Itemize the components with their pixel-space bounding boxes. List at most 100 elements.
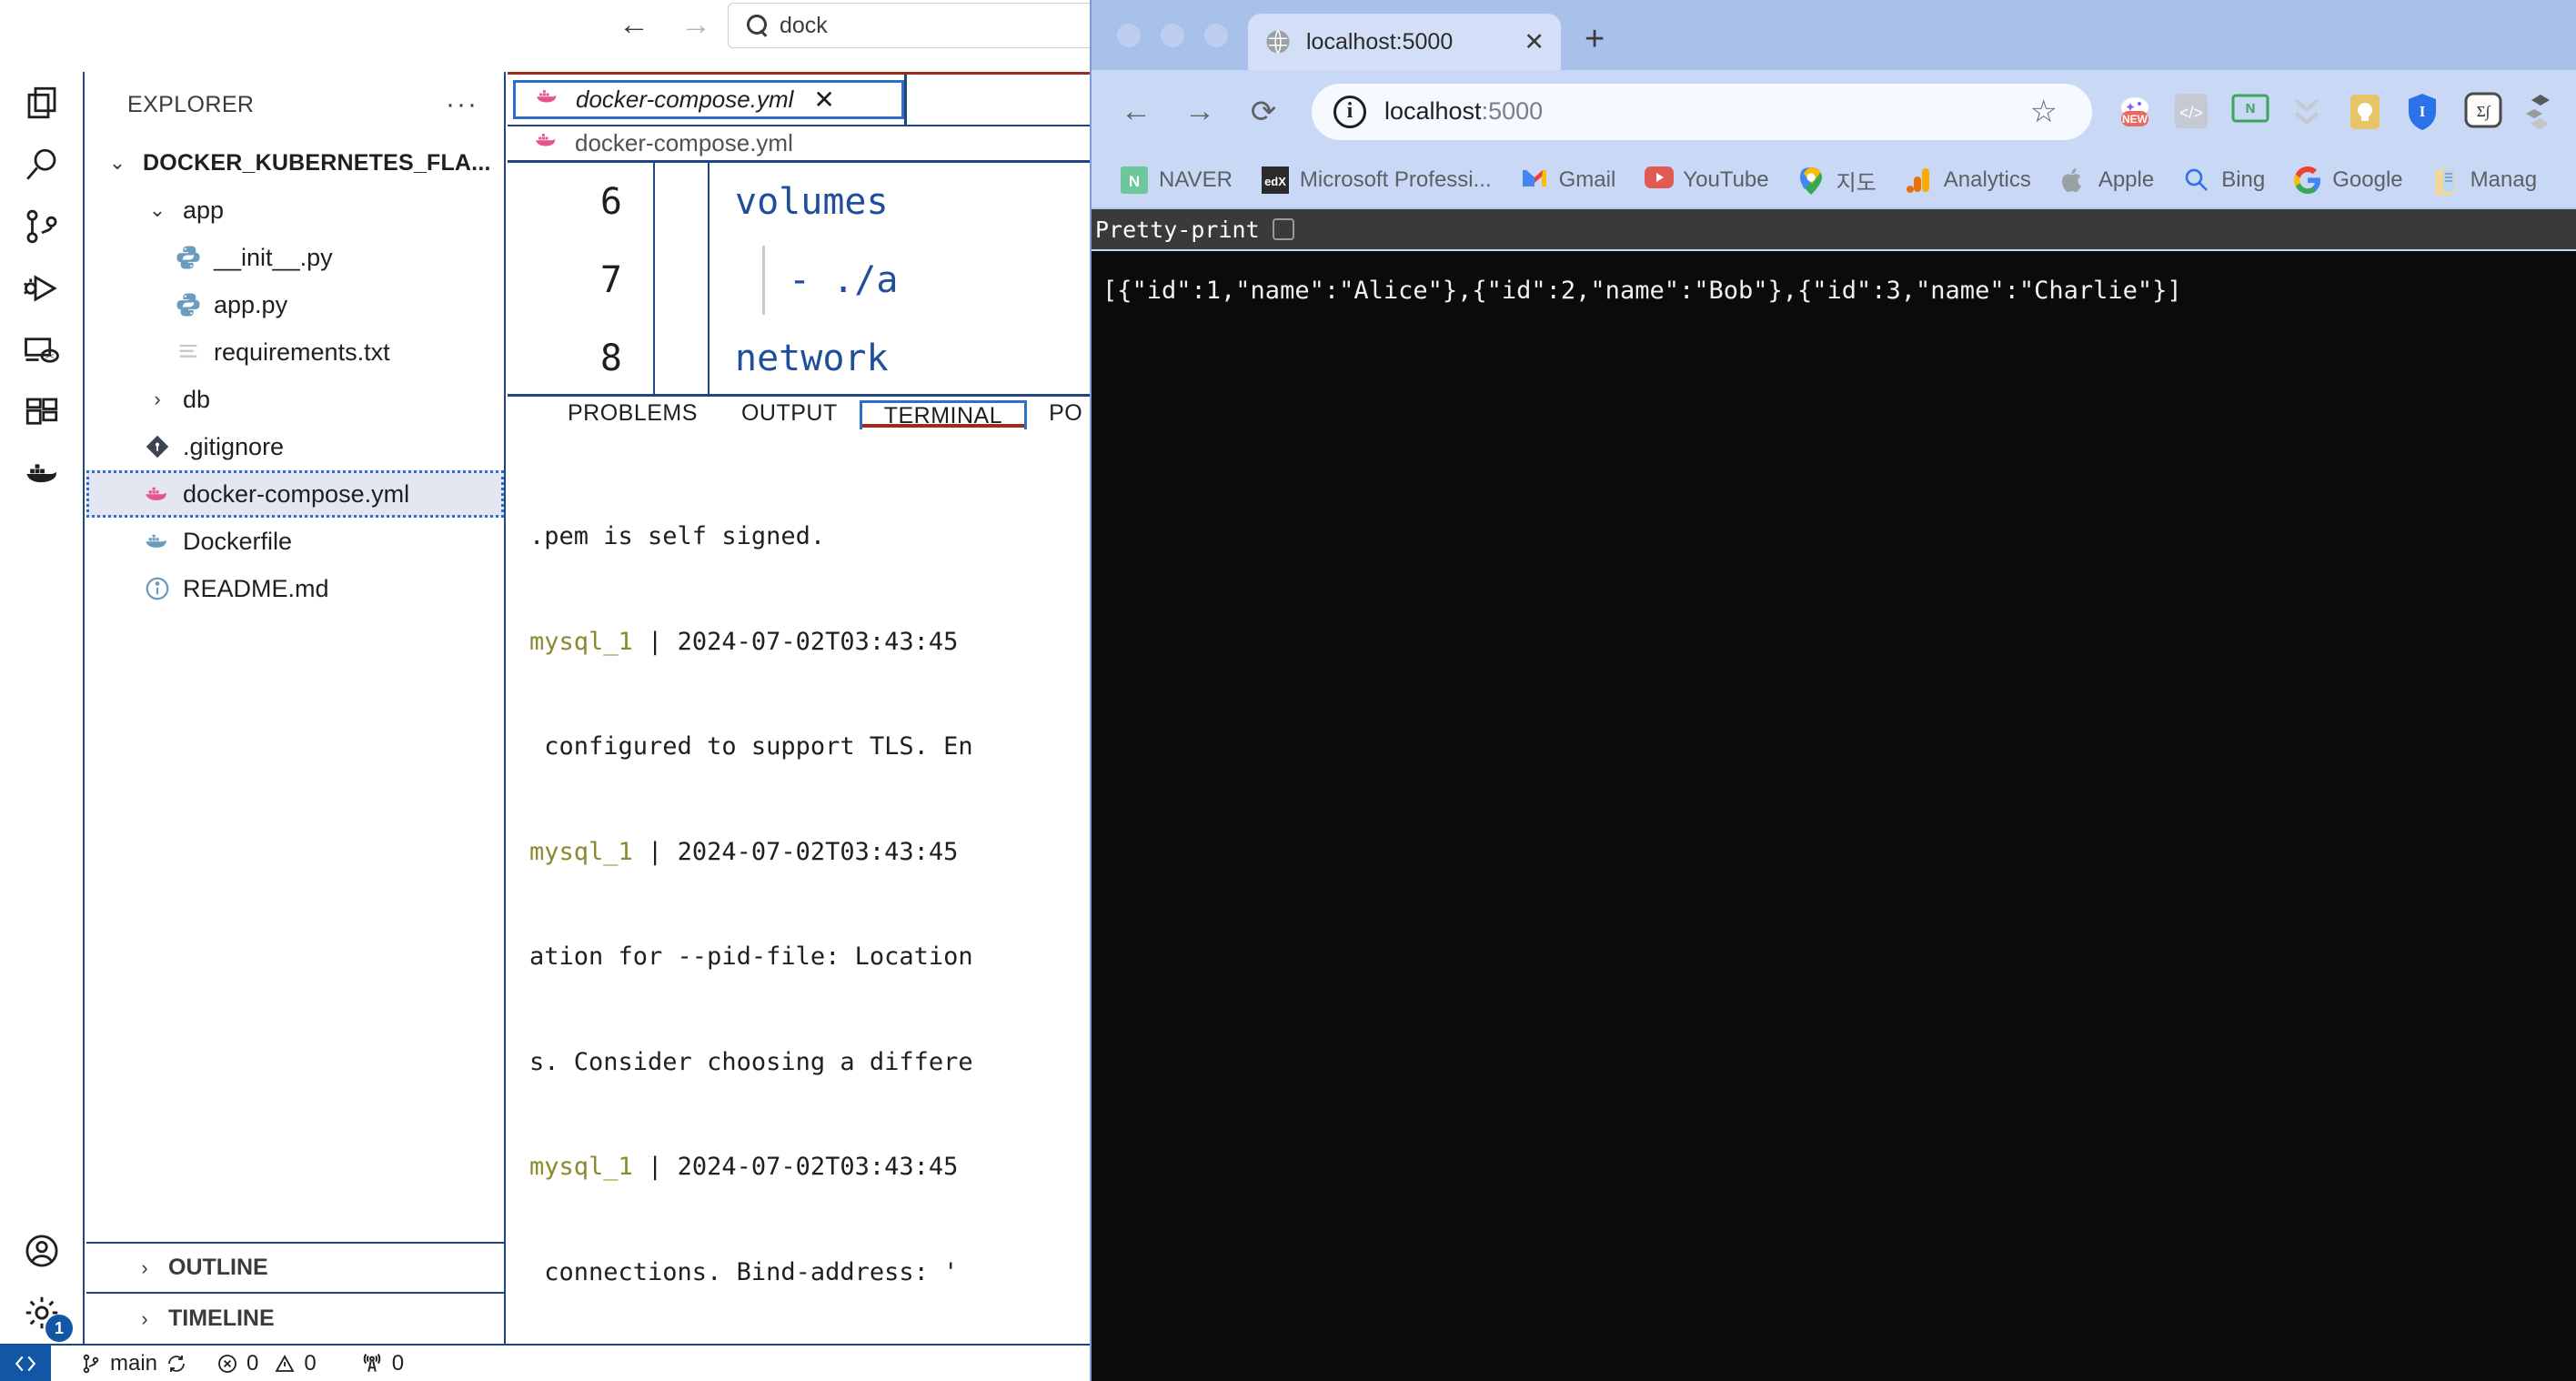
sidebar-item-run-and-debug[interactable] xyxy=(0,257,84,319)
editor-region: docker-compose.yml ✕ docker-compose.yml xyxy=(508,72,1090,1344)
settings-gear-button[interactable]: 1 xyxy=(0,1282,84,1344)
chevron-right-icon[interactable]: › xyxy=(139,388,176,411)
bookmark-youtube[interactable]: YouTube xyxy=(1630,166,1783,194)
forward-arrow-icon[interactable]: → xyxy=(680,9,711,40)
naver-icon: N xyxy=(1121,166,1148,194)
tree-item-app-py[interactable]: app.py xyxy=(86,281,504,328)
bookmark-apple[interactable]: Apple xyxy=(2046,166,2168,194)
terminal-output[interactable]: .pem is self signed. mysql_1 | 2024-07-0… xyxy=(508,429,1090,1344)
svg-text:><: >< xyxy=(45,352,54,361)
vscode-nav-arrows: ← → xyxy=(619,9,711,40)
chevron-down-icon[interactable]: ⌄ xyxy=(139,198,176,222)
status-branch[interactable]: main xyxy=(65,1351,202,1376)
editor-fold-gutter xyxy=(653,241,708,319)
bookmark-manager[interactable]: Manag xyxy=(2418,166,2551,197)
tree-item-app[interactable]: ⌄ app xyxy=(86,186,504,234)
address-bar[interactable]: i localhost:5000 ☆ xyxy=(1312,83,2092,140)
close-window-dot[interactable] xyxy=(1117,23,1141,47)
tab-problems[interactable]: PROBLEMS xyxy=(546,397,719,429)
shield-i-extension-icon[interactable]: I xyxy=(2405,91,2447,133)
notion-extension-icon[interactable]: N xyxy=(2230,91,2272,133)
git-icon xyxy=(139,434,176,459)
more-actions-icon[interactable]: ··· xyxy=(446,91,478,118)
tree-item-db[interactable]: › db xyxy=(86,376,504,423)
close-icon[interactable]: ✕ xyxy=(1524,28,1545,56)
settings-badge: 1 xyxy=(45,1315,73,1342)
tree-root-folder[interactable]: ⌄ DOCKER_KUBERNETES_FLA... xyxy=(86,139,504,186)
sidebar-item-search[interactable] xyxy=(0,134,84,196)
panel-tab-bar: PROBLEMS OUTPUT TERMINAL PO xyxy=(508,397,1090,429)
chevron-down-extension-icon[interactable] xyxy=(2289,91,2330,133)
svg-text:</>: </> xyxy=(2179,104,2203,122)
tree-item-dockerfile[interactable]: Dockerfile xyxy=(86,518,504,565)
tab-terminal[interactable]: TERMINAL xyxy=(859,400,1028,429)
tab-ports[interactable]: PO xyxy=(1027,397,1090,429)
maximize-window-dot[interactable] xyxy=(1204,23,1228,47)
bookmark-bing[interactable]: Bing xyxy=(2168,166,2279,194)
terminal-line: mysql_1 | 2024-07-02T03:43:45 xyxy=(529,1153,959,1181)
sidebar-item-extensions[interactable] xyxy=(0,381,84,443)
code-line: 8 network xyxy=(508,319,1090,394)
forward-button[interactable]: → xyxy=(1168,80,1232,144)
site-info-icon[interactable]: i xyxy=(1333,95,1366,128)
sidebar-item-remote-explorer[interactable]: >< xyxy=(0,319,84,381)
bookmark-analytics[interactable]: Analytics xyxy=(1891,166,2046,194)
status-problems[interactable]: 0 0 xyxy=(202,1351,331,1376)
status-ports-count: 0 xyxy=(391,1350,405,1376)
bookmark-microsoft-professional[interactable]: edX Microsoft Professi... xyxy=(1247,166,1506,194)
bookmark-google[interactable]: Google xyxy=(2279,166,2417,194)
status-warnings-count: 0 xyxy=(304,1350,317,1376)
chevron-right-icon[interactable]: › xyxy=(134,1256,156,1280)
reload-button[interactable]: ⟳ xyxy=(1232,80,1295,144)
explorer-sidebar: EXPLORER ··· ⌄ DOCKER_KUBERNETES_FLA... … xyxy=(86,72,506,1344)
window-controls[interactable] xyxy=(1108,0,1248,70)
section-outline[interactable]: › OUTLINE xyxy=(86,1244,504,1294)
edx-icon: edX xyxy=(1261,166,1289,194)
section-timeline[interactable]: › TIMELINE xyxy=(86,1294,504,1344)
bookmark-naver[interactable]: N NAVER xyxy=(1106,166,1247,194)
pretty-print-checkbox[interactable] xyxy=(1272,218,1294,240)
bookmark-star-icon[interactable]: ☆ xyxy=(2018,94,2070,130)
tree-item-init-py[interactable]: __init__.py xyxy=(86,234,504,281)
chevron-down-icon[interactable]: ⌄ xyxy=(99,151,136,175)
tree-item-readme-md[interactable]: README.md xyxy=(86,565,504,612)
tree-item-requirements-txt[interactable]: requirements.txt xyxy=(86,328,504,376)
breadcrumb[interactable]: docker-compose.yml xyxy=(508,126,1090,163)
remote-window-icon[interactable] xyxy=(0,1345,51,1381)
text-file-icon xyxy=(170,339,206,365)
new-tab-button[interactable]: + xyxy=(1585,20,1605,59)
command-center-value: dock xyxy=(780,12,828,38)
lightbulb-extension-icon[interactable] xyxy=(2347,91,2389,133)
mathjax-extension-icon[interactable]: Σ∫ xyxy=(2463,91,2505,133)
status-ports[interactable]: 0 xyxy=(346,1351,418,1376)
bookmark-gmail[interactable]: Gmail xyxy=(1506,166,1631,194)
back-arrow-icon[interactable]: ← xyxy=(619,9,649,40)
browser-tab[interactable]: localhost:5000 ✕ xyxy=(1248,14,1561,70)
terminal-line: mysql_1 | 2024-07-02T03:43:45 xyxy=(529,837,959,866)
bookmark-label: Analytics xyxy=(1943,167,2031,192)
docker-pink-icon xyxy=(533,126,560,160)
tree-item-docker-compose-yml[interactable]: docker-compose.yml xyxy=(86,470,504,518)
sidebar-item-docker[interactable] xyxy=(0,443,84,505)
code-editor[interactable]: 6 volumes 7 - ./a 8 network 9 xyxy=(508,163,1090,394)
back-button[interactable]: ← xyxy=(1104,80,1168,144)
code-brackets-extension-icon[interactable]: </> xyxy=(2172,91,2214,133)
tab-label: docker-compose.yml xyxy=(576,86,794,113)
service-name: mysql_1 xyxy=(529,837,633,866)
maps-icon xyxy=(1798,166,1826,195)
accounts-button[interactable] xyxy=(0,1220,84,1282)
tree-item-gitignore[interactable]: .gitignore xyxy=(86,423,504,470)
terminal-line: s. Consider choosing a differe xyxy=(529,1047,973,1076)
blocks-extension-icon[interactable] xyxy=(2521,91,2563,133)
minimize-window-dot[interactable] xyxy=(1161,23,1184,47)
close-icon[interactable]: ✕ xyxy=(813,85,834,115)
command-center-search[interactable]: dock xyxy=(728,3,1090,48)
chevron-right-icon[interactable]: › xyxy=(134,1307,156,1331)
new-badge-extension-icon[interactable]: NEW xyxy=(2114,91,2156,133)
bookmark-maps[interactable]: 지도 xyxy=(1784,165,1891,197)
tab-output[interactable]: OUTPUT xyxy=(719,397,860,429)
sidebar-item-source-control[interactable] xyxy=(0,196,84,257)
sidebar-item-explorer[interactable] xyxy=(0,72,84,134)
terminal-line: mysql_1 | 2024-07-02T03:43:45 xyxy=(529,627,959,656)
tab-docker-compose-yml[interactable]: docker-compose.yml ✕ xyxy=(513,80,904,119)
